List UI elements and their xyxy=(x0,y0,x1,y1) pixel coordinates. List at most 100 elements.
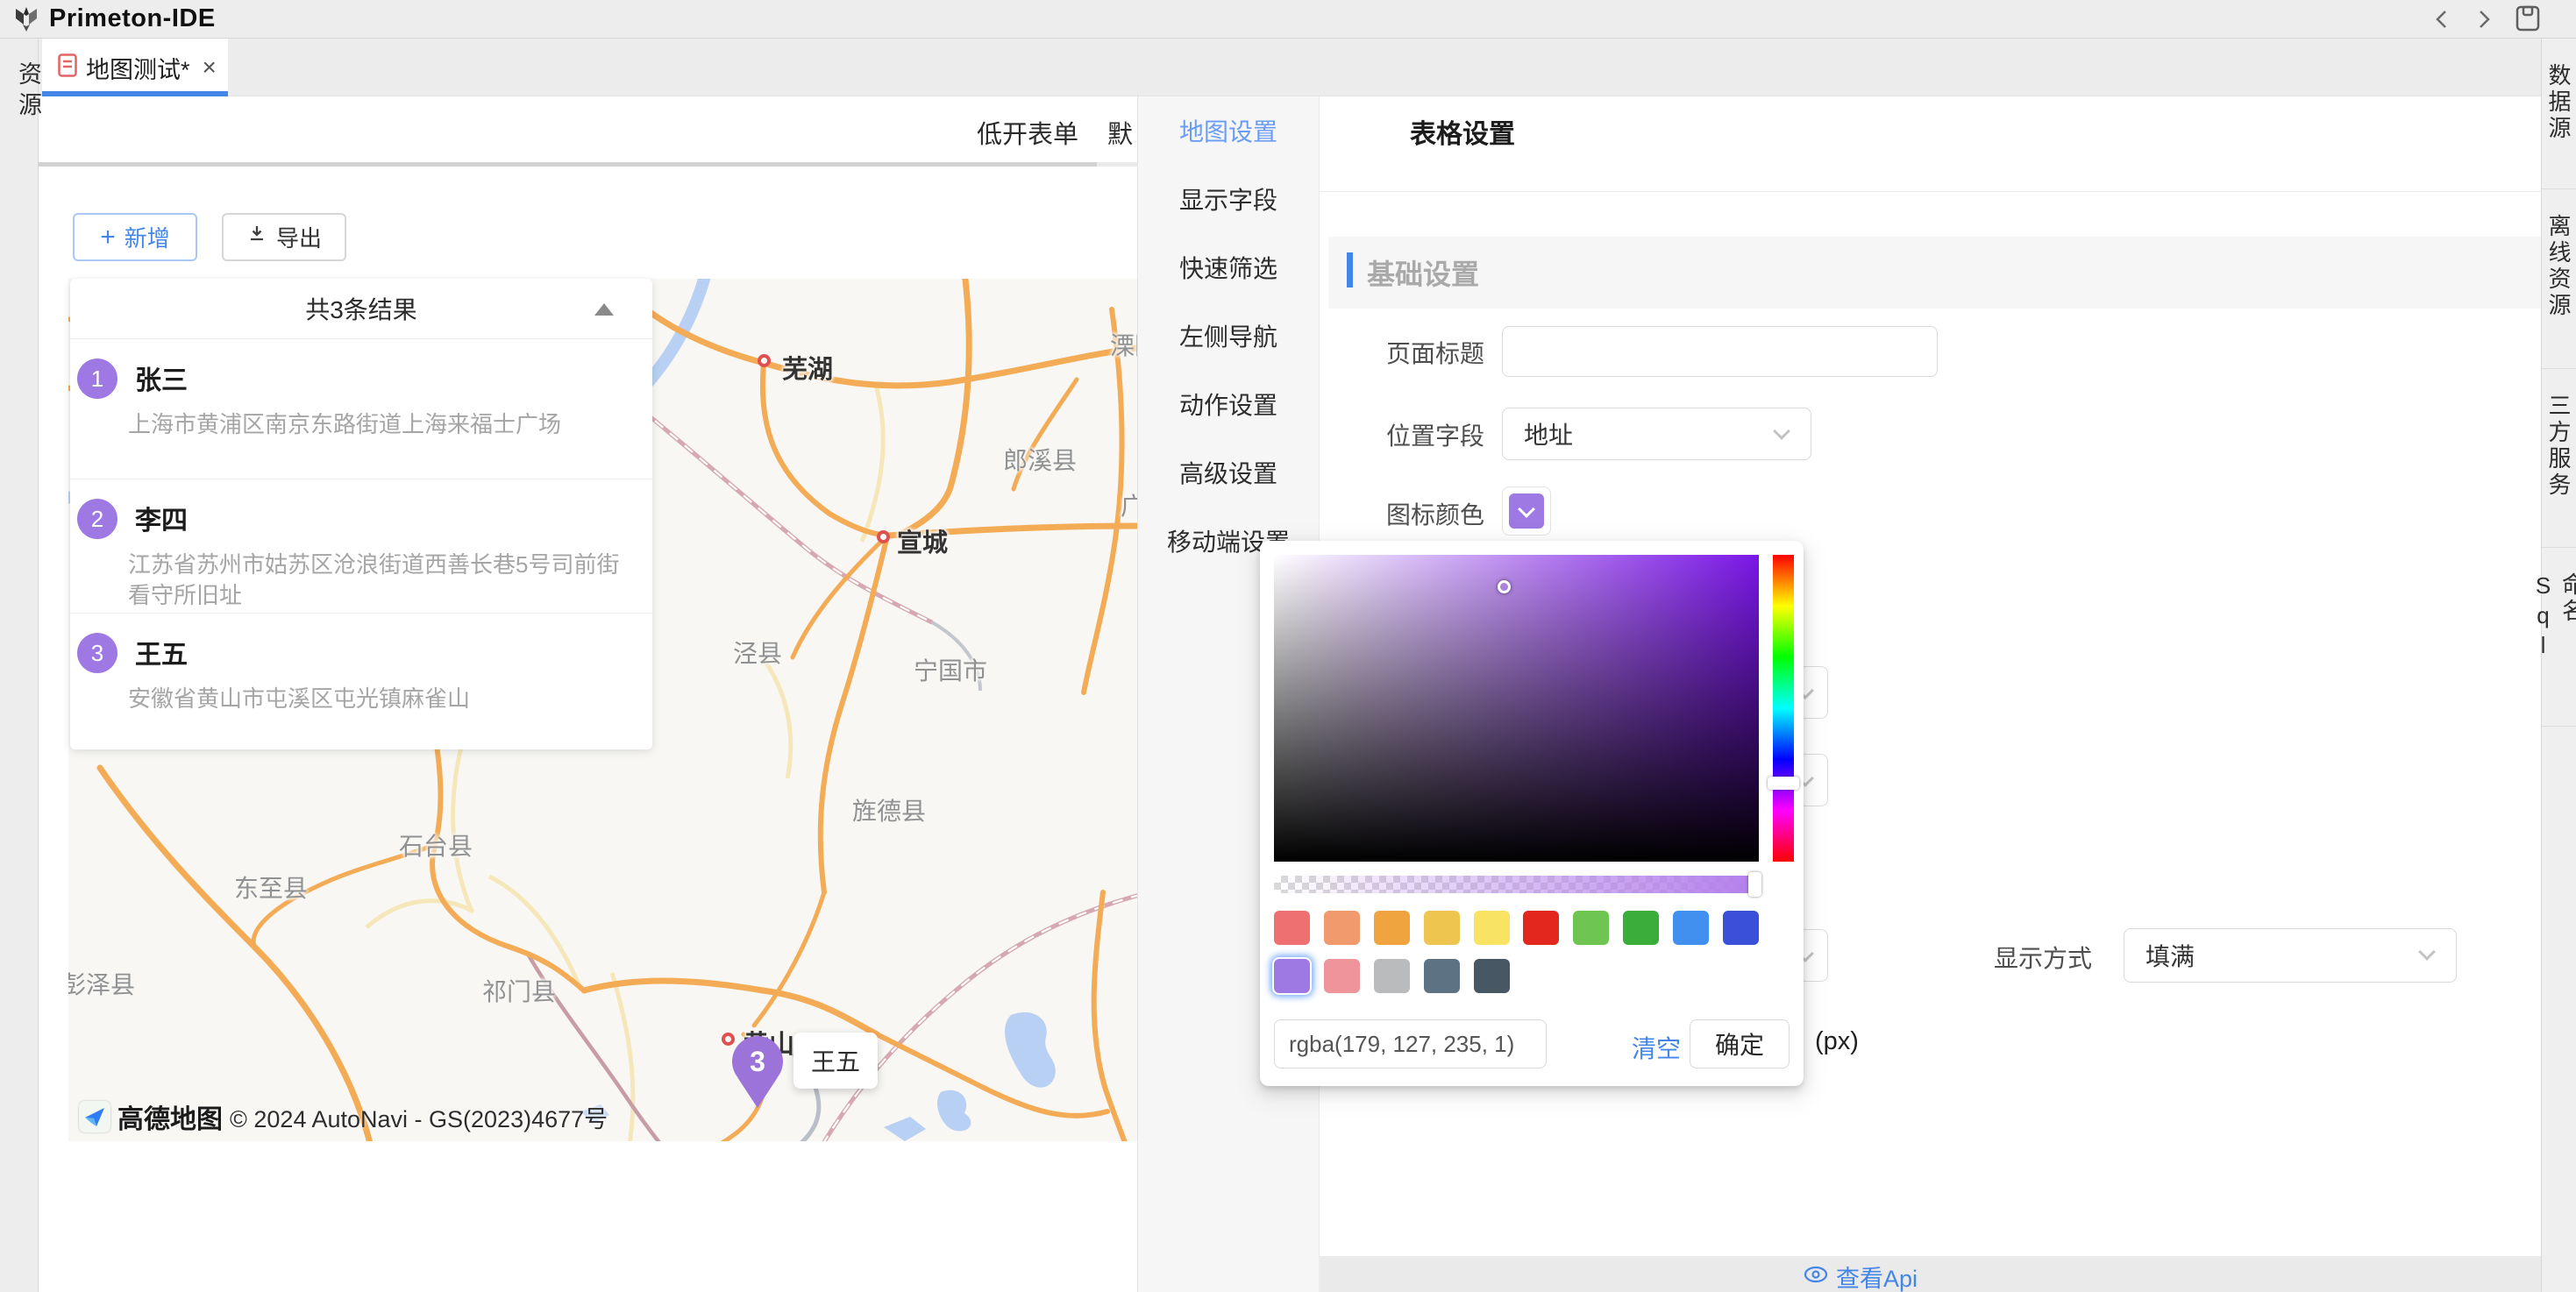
color-swatch[interactable] xyxy=(1474,959,1510,993)
list-item[interactable]: 3 王五 安徽省黄山市屯溪区屯光镇麻雀山 xyxy=(70,614,652,749)
view-tab-default[interactable]: 默 xyxy=(1107,114,1133,151)
color-swatch[interactable] xyxy=(1474,911,1510,945)
list-item[interactable]: 2 李四 江苏省苏州市姑苏区沧浪街道西善长巷5号司前街看守所旧址 xyxy=(70,479,652,614)
back-icon[interactable] xyxy=(2429,4,2455,35)
hue-slider[interactable] xyxy=(1773,555,1794,862)
settings-menu-item[interactable]: 地图设置 xyxy=(1138,96,1319,165)
settings-menu-item[interactable]: 快速筛选 xyxy=(1138,233,1319,302)
px-unit-label: (px) xyxy=(1815,1027,1859,1056)
icon-color-button[interactable] xyxy=(1502,486,1551,536)
add-button[interactable]: + 新增 xyxy=(73,213,197,261)
app-logo-icon xyxy=(12,5,40,33)
page-title-input[interactable] xyxy=(1502,326,1938,377)
plus-icon: + xyxy=(100,224,116,251)
result-index-badge: 3 xyxy=(77,633,117,673)
right-rail-item[interactable]: 数据源 xyxy=(2542,39,2576,189)
left-rail: 资源 xyxy=(0,39,39,1292)
view-tabs: 低开表单 默 xyxy=(39,96,1137,162)
color-swatch[interactable] xyxy=(1274,959,1310,993)
color-swatch[interactable] xyxy=(1523,911,1559,945)
alpha-slider[interactable] xyxy=(1274,876,1759,893)
result-name: 张三 xyxy=(135,358,638,397)
display-mode-label: 显示方式 xyxy=(1917,940,2092,975)
right-rail-item[interactable]: 命名Sql xyxy=(2542,548,2576,727)
display-mode-select[interactable]: 填满 xyxy=(2124,928,2457,983)
tab-map-test[interactable]: 地图测试* × xyxy=(42,39,228,96)
app-title: Primeton-IDE xyxy=(49,4,216,33)
right-rail-item[interactable]: 三方服务 xyxy=(2542,369,2576,548)
result-name: 王五 xyxy=(135,633,638,671)
titlebar: Primeton-IDE xyxy=(0,0,2576,39)
view-api-link[interactable]: 查看Api xyxy=(1803,1260,1918,1292)
save-icon[interactable] xyxy=(2513,4,2543,35)
result-address: 上海市黄浦区南京东路街道上海来福士广场 xyxy=(128,409,638,440)
settings-menu-item[interactable]: 左侧导航 xyxy=(1138,302,1319,370)
saturation-area[interactable] xyxy=(1274,555,1759,862)
page-title-label: 页面标题 xyxy=(1309,335,1484,370)
result-index-badge: 2 xyxy=(77,499,117,539)
download-icon xyxy=(246,224,267,251)
color-swatch[interactable] xyxy=(1573,911,1609,945)
settings-footer: 查看Api xyxy=(1320,1256,2541,1292)
map-place-label: 泾县 xyxy=(733,635,782,670)
icon-color-label: 图标颜色 xyxy=(1309,496,1484,531)
map-place-label: 宣城 xyxy=(897,522,948,559)
close-icon[interactable]: × xyxy=(203,55,217,80)
map-place-label: 旌德县 xyxy=(852,792,926,827)
color-swatch[interactable] xyxy=(1623,911,1659,945)
results-panel: 共3条结果 1 张三 上海市黄浦区南京东路街道上海来福士广场 2 李四 江苏省苏… xyxy=(70,279,652,749)
right-rail: 数据源 离线资源 三方服务 命名Sql xyxy=(2541,39,2576,1292)
design-canvas: 低开表单 默 + 新增 导出 xyxy=(39,96,1138,1292)
tab-strip: 地图测试* × xyxy=(39,39,2541,96)
view-tab-lowcode-form[interactable]: 低开表单 xyxy=(977,114,1078,151)
results-list: 1 张三 上海市黄浦区南京东路街道上海来福士广场 2 李四 江苏省苏州市姑苏区沧… xyxy=(70,339,652,749)
color-swatch[interactable] xyxy=(1424,959,1460,993)
section-accent-bar xyxy=(1347,252,1353,288)
confirm-button[interactable]: 确定 xyxy=(1690,1019,1790,1068)
sidebar-item-resources[interactable]: 资源 xyxy=(7,61,46,123)
map-place-label: 石台县 xyxy=(399,827,473,863)
color-swatch[interactable] xyxy=(1324,911,1360,945)
icon-color-swatch xyxy=(1509,493,1544,529)
map-brand: 高德地图 xyxy=(117,1097,223,1136)
color-swatch[interactable] xyxy=(1374,959,1410,993)
settings-menu-item[interactable]: 动作设置 xyxy=(1138,370,1319,438)
settings-menu-item[interactable]: 高级设置 xyxy=(1138,438,1319,507)
result-name: 李四 xyxy=(135,499,638,537)
color-swatch[interactable] xyxy=(1324,959,1360,993)
list-item[interactable]: 1 张三 上海市黄浦区南京东路街道上海来福士广场 xyxy=(70,339,652,479)
export-button[interactable]: 导出 xyxy=(222,213,346,261)
chevron-down-icon xyxy=(2418,943,2436,961)
color-swatch[interactable] xyxy=(1274,911,1310,945)
hue-slider-handle[interactable] xyxy=(1768,777,1799,790)
divider xyxy=(1320,191,2541,192)
color-swatch[interactable] xyxy=(1424,911,1460,945)
amap-logo-icon xyxy=(79,1101,110,1132)
color-value-input[interactable] xyxy=(1274,1019,1547,1068)
results-header[interactable]: 共3条结果 xyxy=(70,279,652,339)
marker-index: 3 xyxy=(750,1046,765,1077)
saturation-cursor[interactable] xyxy=(1498,580,1511,593)
view-tabs-scrollbar[interactable] xyxy=(39,162,1137,167)
color-swatch[interactable] xyxy=(1723,911,1759,945)
forward-icon[interactable] xyxy=(2471,4,2497,35)
results-summary: 共3条结果 xyxy=(305,291,417,326)
location-field-select[interactable]: 地址 xyxy=(1502,408,1811,460)
alpha-slider-handle[interactable] xyxy=(1748,872,1761,897)
collapse-caret-icon[interactable] xyxy=(594,303,614,316)
swatch-row-1 xyxy=(1274,911,1759,945)
map-place-label: 郎溪县 xyxy=(1003,442,1077,477)
map-marker-pin[interactable]: 3 xyxy=(723,1034,792,1113)
right-rail-item[interactable]: 离线资源 xyxy=(2542,189,2576,369)
map-place-label: 芜湖 xyxy=(782,349,833,386)
color-swatch[interactable] xyxy=(1374,911,1410,945)
settings-menu-item[interactable]: 显示字段 xyxy=(1138,165,1319,233)
swatch-row-2 xyxy=(1274,959,1510,993)
color-swatch[interactable] xyxy=(1673,911,1709,945)
result-address: 安徽省黄山市屯溪区屯光镇麻雀山 xyxy=(128,684,638,714)
document-icon xyxy=(58,53,77,82)
map-city-dot xyxy=(758,354,771,367)
map-marker-label[interactable]: 王五 xyxy=(793,1033,878,1089)
section-header: 基础设置 xyxy=(1328,237,2541,309)
clear-button[interactable]: 清空 xyxy=(1632,1030,1681,1065)
